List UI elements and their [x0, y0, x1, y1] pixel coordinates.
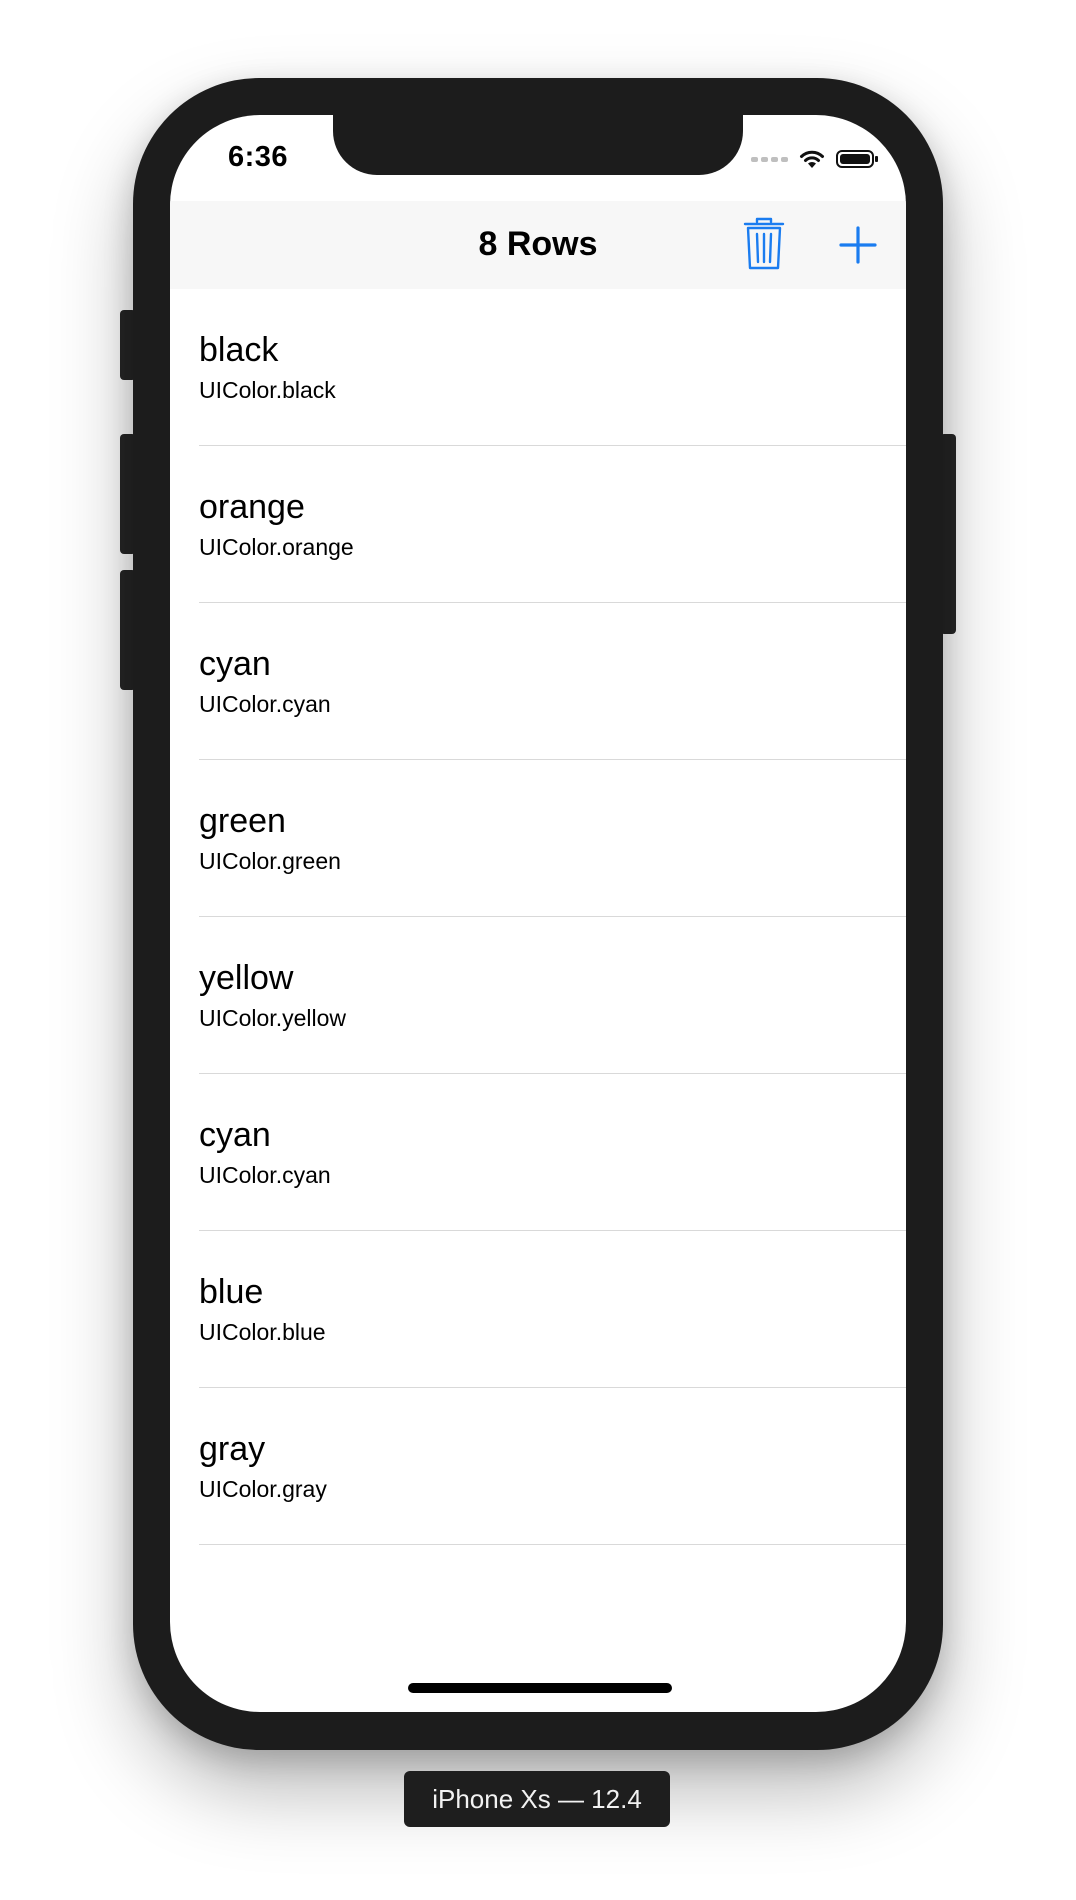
- wifi-icon: [800, 150, 824, 168]
- row-title: cyan: [199, 645, 271, 683]
- row-subtitle: UIColor.gray: [199, 1476, 327, 1502]
- row-subtitle: UIColor.cyan: [199, 691, 331, 717]
- list-item[interactable]: gray UIColor.gray: [170, 1388, 906, 1545]
- row-subtitle: UIColor.yellow: [199, 1005, 346, 1031]
- home-indicator[interactable]: [408, 1683, 672, 1693]
- row-title: orange: [199, 488, 305, 526]
- simulator-stage: 6:36 8 Rows black UIColor.black orange U…: [0, 0, 1076, 1900]
- trash-icon: [743, 217, 785, 270]
- list-item[interactable]: black UIColor.black: [170, 289, 906, 446]
- list-item[interactable]: cyan UIColor.cyan: [170, 603, 906, 760]
- row-title: black: [199, 331, 279, 369]
- row-title: green: [199, 802, 286, 840]
- device-screen: 6:36 8 Rows black UIColor.black orange U…: [170, 115, 906, 1712]
- status-time: 6:36: [228, 141, 289, 173]
- list-item[interactable]: yellow UIColor.yellow: [170, 917, 906, 1074]
- add-button[interactable]: [838, 225, 878, 265]
- signal-icon: [751, 156, 788, 162]
- plus-icon: [839, 226, 877, 264]
- battery-icon: [836, 150, 878, 168]
- navigation-bar: 8 Rows: [170, 201, 906, 289]
- row-title: cyan: [199, 1116, 271, 1154]
- row-subtitle: UIColor.blue: [199, 1319, 326, 1345]
- list-item[interactable]: blue UIColor.blue: [170, 1231, 906, 1388]
- row-title: yellow: [199, 959, 294, 997]
- row-subtitle: UIColor.orange: [199, 534, 354, 560]
- notch: [333, 115, 743, 175]
- status-indicators: [751, 147, 878, 171]
- row-title: blue: [199, 1273, 264, 1311]
- trash-button[interactable]: [742, 216, 786, 272]
- row-subtitle: UIColor.cyan: [199, 1162, 331, 1188]
- row-title: gray: [199, 1430, 266, 1468]
- row-subtitle: UIColor.green: [199, 848, 341, 874]
- device-label: iPhone Xs — 12.4: [404, 1771, 670, 1827]
- list-item[interactable]: orange UIColor.orange: [170, 446, 906, 603]
- color-list: black UIColor.black orange UIColor.orang…: [170, 289, 906, 1545]
- row-subtitle: UIColor.black: [199, 377, 336, 403]
- list-item[interactable]: green UIColor.green: [170, 760, 906, 917]
- list-item[interactable]: cyan UIColor.cyan: [170, 1074, 906, 1231]
- nav-title: 8 Rows: [478, 225, 598, 263]
